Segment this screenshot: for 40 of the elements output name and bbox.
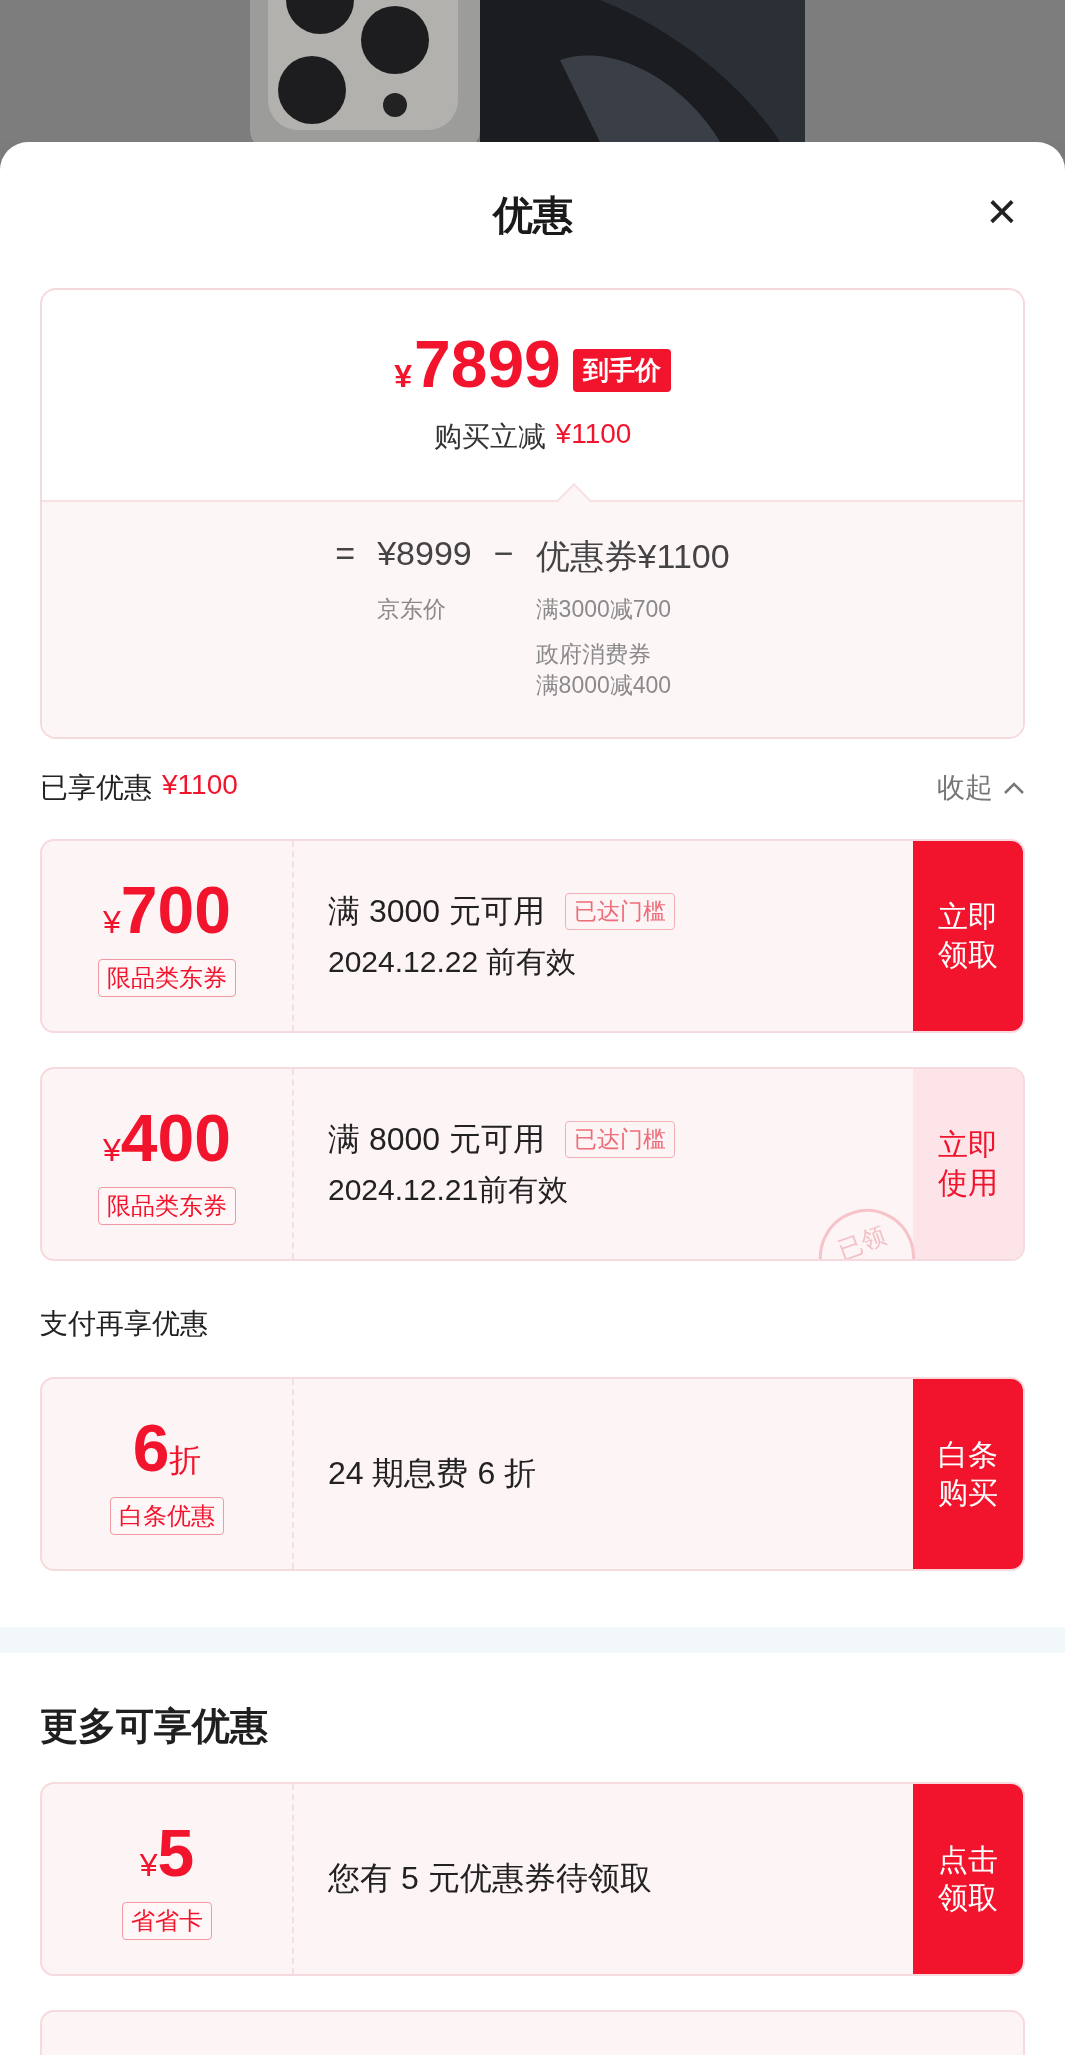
enjoyed-amount: ¥1100 [162,769,238,802]
discount-note: 满8000减400 [535,671,673,700]
enjoyed-label: 已享优惠 [40,771,152,805]
coupon-amount: ¥400 [103,1103,231,1177]
coupon-amount: ¥700 [103,875,231,949]
coupon-validity: 2024.12.21前有效 [328,1171,570,1208]
coupon-condition: 满 3000 元可用 [328,891,545,931]
coupon-condition: 24 期息费 6 折 [328,1454,537,1493]
base-price-label: 京东价 [377,595,448,624]
discount-total: 优惠券¥1100 [535,536,730,577]
collapse-toggle[interactable]: 收起 [937,769,1025,807]
threshold-badge: 已达门槛 [564,1121,675,1158]
saving-amount: ¥1100 [555,418,632,451]
coupon-amount: 6折 [132,1413,202,1487]
coupon-action-button[interactable]: 白条购买 [913,1379,1023,1569]
section-title: 更多可享优惠 [40,1704,269,1749]
close-button[interactable]: × [977,186,1027,236]
saving-label: 购买立减 [433,420,546,454]
section-title: 支付再享优惠 [40,1307,209,1341]
coupon-condition: 您有 5 元优惠券待领取 [328,1859,652,1898]
coupon-type-tag: 白条优惠 [110,1497,224,1535]
equals-sign: = [335,534,356,574]
discount-note: 满3000减700 [535,595,673,624]
coupon-type-tag: 限品类东券 [98,959,236,997]
coupon-type-tag: 省省卡 [122,1902,212,1940]
coupon-validity: 2024.12.22 前有效 [328,943,578,980]
final-price-tag: 到手价 [572,348,671,392]
sheet-title: 优惠 [492,191,573,239]
base-price: ¥8999 [377,534,472,574]
final-price: ¥7899 [394,332,561,403]
coupon-action-button[interactable]: 立即使用 [913,1069,1023,1259]
coupon-condition: 满 8000 元可用 [328,1119,545,1159]
coupon-action-button[interactable]: 点击领取 [913,1784,1023,1974]
coupon-amount: ¥5 [139,1818,195,1892]
discount-note: 政府消费券 [535,640,652,669]
coupon-action-button[interactable]: 立即领取 [913,841,1023,1031]
minus-sign: − [493,534,514,574]
coupon-type-tag: 限品类东券 [98,1187,236,1225]
threshold-badge: 已达门槛 [564,893,675,930]
chevron-up-icon [1003,781,1025,795]
